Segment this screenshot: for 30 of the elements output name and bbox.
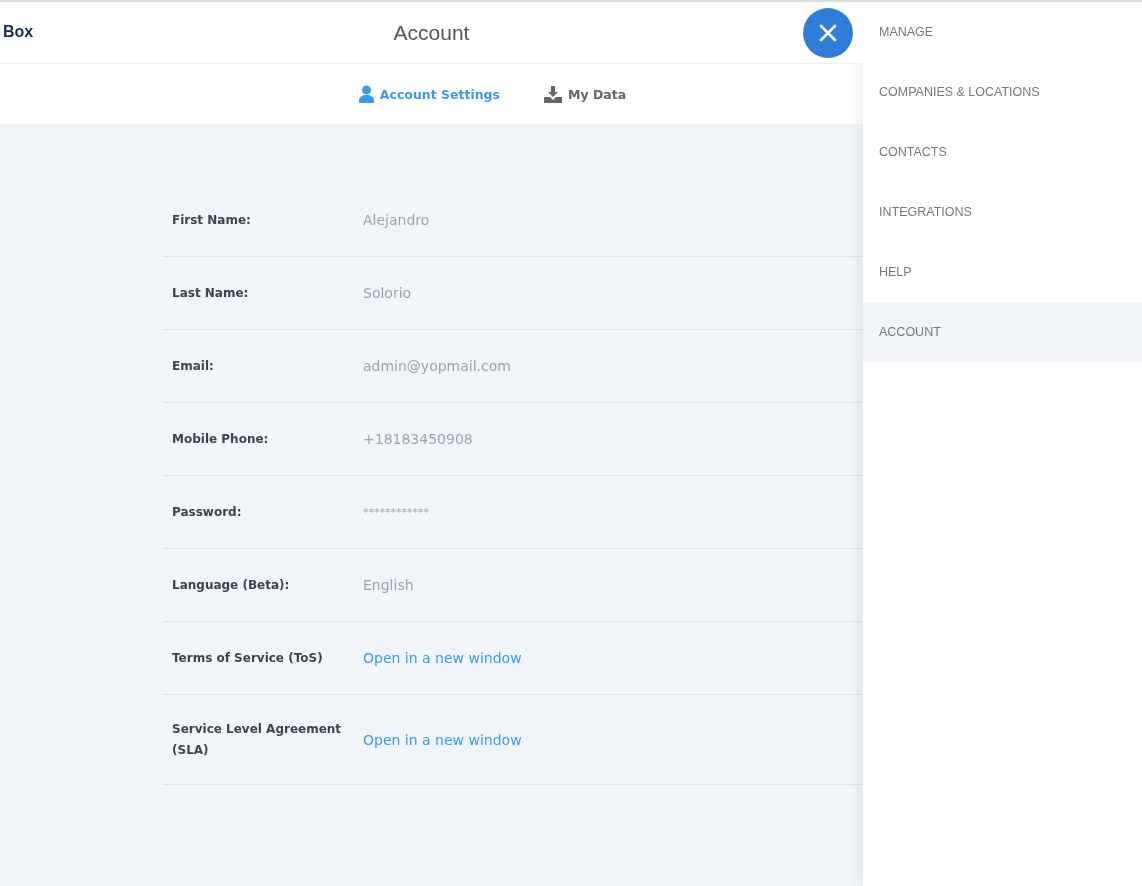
sidebar-item[interactable]: ACCOUNT <box>863 302 1142 362</box>
download-icon <box>544 85 562 103</box>
field-value: English <box>363 577 414 593</box>
close-button[interactable] <box>803 8 853 58</box>
password-value: ************ <box>363 505 429 519</box>
field-value: Solorio <box>363 285 412 301</box>
field-value: +18183450908 <box>363 431 473 447</box>
field-label: Terms of Service (ToS) <box>171 649 324 667</box>
field-label: Last Name: <box>171 284 250 302</box>
field-label: Password: <box>171 503 243 521</box>
open-link[interactable]: Open in a new window <box>363 650 522 666</box>
field-label: Language (Beta): <box>171 576 291 594</box>
field-label: Email: <box>171 357 215 375</box>
sidebar-item[interactable]: COMPANIES & LOCATIONS <box>863 62 1142 122</box>
page-title: Account <box>393 20 470 45</box>
open-link[interactable]: Open in a new window <box>363 731 522 748</box>
field-value: admin@yopmail.com <box>363 358 511 374</box>
field-label: First Name: <box>171 211 252 229</box>
field-value: Alejandro <box>363 212 430 228</box>
sidebar-item[interactable]: INTEGRATIONS <box>863 182 1142 242</box>
field-label: Mobile Phone: <box>171 430 270 448</box>
tab[interactable]: My Data <box>544 85 627 103</box>
sidebar-item[interactable]: MANAGE <box>863 2 1142 62</box>
user-icon <box>358 85 374 103</box>
logo-text: Box <box>3 23 34 41</box>
close-icon <box>819 24 837 42</box>
sidebar-item[interactable]: HELP <box>863 242 1142 302</box>
tab[interactable]: Account Settings <box>358 85 500 103</box>
field-label: Service Level Agreement (SLA) <box>171 720 343 759</box>
sidebar-item[interactable]: CONTACTS <box>863 122 1142 182</box>
